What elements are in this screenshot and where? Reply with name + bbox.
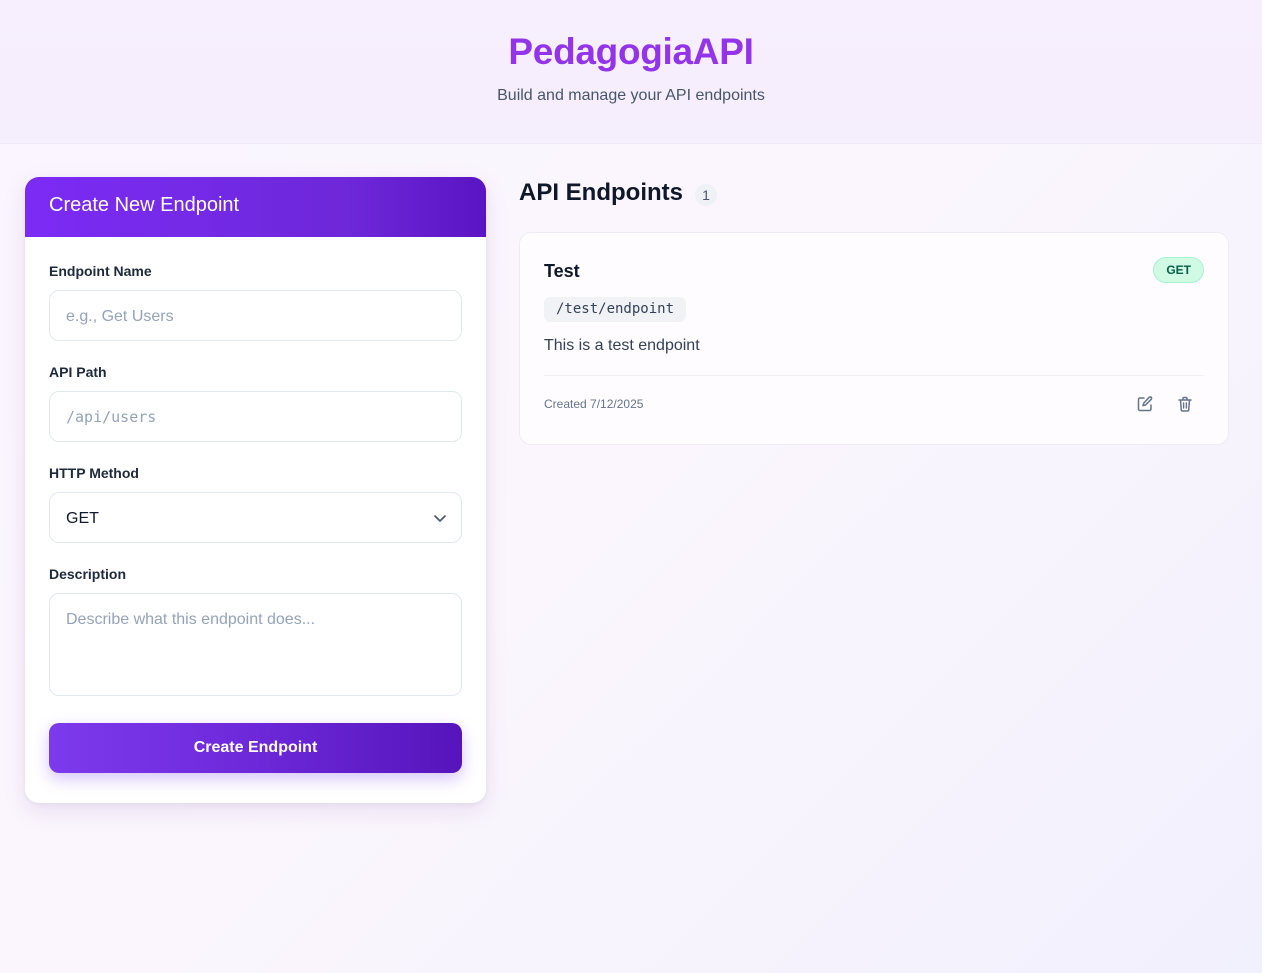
endpoint-name-input[interactable]: e.g., Get Users [49, 290, 462, 341]
endpoint-path: /test/endpoint [544, 297, 687, 322]
endpoints-header: API Endpoints 1 [519, 178, 717, 208]
edit-icon[interactable] [1136, 395, 1154, 413]
description-group: Description Describe what this endpoint … [49, 566, 462, 696]
endpoint-created-date: Created 7/12/2025 [544, 397, 644, 411]
create-endpoint-card: Create New Endpoint Endpoint Name e.g., … [25, 177, 486, 803]
description-label: Description [49, 566, 127, 582]
endpoint-description: This is a test endpoint [544, 337, 700, 354]
endpoint-name: Test [544, 261, 580, 281]
api-path-label: API Path [49, 364, 107, 380]
endpoints-count-badge: 1 [695, 184, 717, 206]
http-method-label: HTTP Method [49, 465, 139, 481]
create-endpoint-button[interactable]: Create Endpoint [49, 723, 462, 773]
endpoint-name-label: Endpoint Name [49, 263, 152, 279]
trash-icon[interactable] [1176, 395, 1194, 413]
endpoint-actions [1136, 395, 1194, 413]
create-endpoint-title: Create New Endpoint [25, 177, 486, 237]
app-header: PedagogiaAPI Build and manage your API e… [0, 0, 1262, 144]
api-path-input[interactable]: /api/users [49, 391, 462, 442]
method-badge: GET [1153, 257, 1204, 283]
endpoint-footer: Created 7/12/2025 [544, 376, 1204, 432]
api-path-placeholder: /api/users [66, 408, 157, 426]
endpoint-card-header: Test GET [544, 257, 1204, 283]
http-method-group: HTTP Method GET [49, 465, 462, 543]
chevron-down-icon [434, 515, 446, 522]
description-textarea[interactable]: Describe what this endpoint does... [49, 593, 462, 696]
description-placeholder: Describe what this endpoint does... [66, 611, 316, 628]
api-path-group: API Path /api/users [49, 364, 462, 442]
endpoint-name-group: Endpoint Name e.g., Get Users [49, 263, 462, 341]
endpoint-card: Test GET /test/endpoint This is a test e… [519, 232, 1229, 445]
create-endpoint-form: Endpoint Name e.g., Get Users API Path /… [25, 237, 486, 773]
endpoints-title: API Endpoints [519, 179, 683, 206]
http-method-value: GET [66, 510, 99, 527]
brand-title: PedagogiaAPI [508, 31, 754, 72]
endpoint-name-placeholder: e.g., Get Users [66, 308, 174, 325]
brand-tagline: Build and manage your API endpoints [497, 87, 765, 104]
http-method-select[interactable]: GET [49, 492, 462, 543]
